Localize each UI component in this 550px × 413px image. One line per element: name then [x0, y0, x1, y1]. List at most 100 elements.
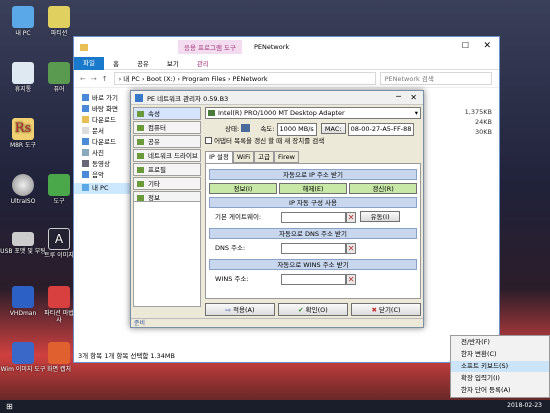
sidebar-blank-panel — [133, 201, 201, 307]
nav-item-programs[interactable]: 다운로드 — [74, 115, 132, 126]
menu-item-extended-input[interactable]: 확장 입력기(I) — [451, 373, 549, 384]
nav-item-pictures[interactable]: 사진 — [74, 148, 132, 159]
release-button[interactable]: 해제(E) — [279, 183, 347, 194]
tab-firewall[interactable]: Firew — [274, 151, 299, 163]
adapter-icon — [208, 110, 215, 116]
ime-context-menu: 전/반자(F) 한자 변환(C) 소프트 키보드(S) 확장 입력기(I) 한자… — [450, 335, 550, 398]
gateway-input[interactable] — [281, 211, 347, 223]
side-item-share[interactable]: 공유 — [133, 135, 201, 148]
nav-item-downloads[interactable]: 다운로드 — [74, 137, 132, 148]
start-icon[interactable]: ⊞ — [6, 402, 13, 411]
ip-buttons: 정보(I) 해제(E) 갱신(R) — [209, 183, 417, 194]
desktop-icon-vhdman[interactable]: VHDman — [0, 286, 46, 317]
tab-wifi[interactable]: WiFi — [232, 151, 255, 163]
pe-action-buttons: ⇨ 적용(A) ✔ 확인(O) ✖ 닫기(C) — [205, 303, 421, 316]
close-button[interactable]: ✖ 닫기(C) — [351, 303, 421, 316]
pe-minimize-icon[interactable]: ─ — [396, 92, 401, 101]
desktop-icon-ultraiso[interactable]: UltraISO — [0, 174, 46, 205]
dns-header[interactable]: 자동으로 DNS 주소 받기 — [209, 228, 417, 239]
menu-item-hanja-register[interactable]: 한자 단어 등록(A) — [451, 385, 549, 396]
menu-item-hanja[interactable]: 한자 변환(C) — [451, 349, 549, 360]
forward-icon[interactable]: → — [91, 75, 97, 83]
side-item-properties[interactable]: 속성 — [133, 107, 201, 120]
static-ip-header[interactable]: IP 자동 구성 사용 — [209, 197, 417, 208]
side-item-computer[interactable]: 컴퓨터 — [133, 121, 201, 134]
vhd-icon — [12, 286, 34, 308]
nav-item-mypc[interactable]: 내 PC — [74, 183, 132, 194]
tab-file[interactable]: 파일 — [74, 56, 104, 70]
menu-item-softkeyboard[interactable]: 소프트 키보드(S) — [451, 361, 549, 372]
ip-settings-panel: 자동으로 IP 주소 받기 정보(I) 해제(E) 갱신(R) IP 자동 구성… — [205, 163, 421, 299]
adapter-select[interactable]: Intel(R) PRO/1000 MT Desktop Adapter ▾ — [205, 107, 421, 119]
maximize-icon[interactable]: ☐ — [462, 41, 469, 50]
gateway-row: 기본 게이트웨이: ✕ 유동(I) — [209, 211, 417, 223]
acronis-icon: A — [48, 228, 70, 250]
nav-item-quick[interactable]: 바로 가기 — [74, 93, 132, 104]
side-item-misc[interactable]: 기타 — [133, 177, 201, 190]
pe-main: Intel(R) PRO/1000 MT Desktop Adapter ▾ 상… — [205, 107, 421, 299]
apply-icon: ⇨ — [225, 306, 234, 314]
desktop-icon-usb[interactable]: USB 포맷 및 부팅 — [0, 228, 46, 255]
dns-row: DNS 주소: ✕ — [215, 242, 357, 254]
mac-button[interactable]: MAC: — [320, 123, 346, 134]
mac-value: 08-00-27-A5-FF-88 — [347, 123, 415, 136]
desktop-icon-p2[interactable]: 파티션 — [44, 6, 74, 37]
context-tab-label[interactable]: 응용 프로그램 도구 — [178, 40, 242, 54]
tab-share[interactable]: 공유 — [128, 58, 158, 68]
desktop-icon-p7[interactable]: 화면 캡처 — [44, 342, 74, 373]
renew-button[interactable]: 갱신(R) — [349, 183, 417, 194]
nav-item-docs[interactable]: 문서 — [74, 126, 132, 137]
size-3: 30KB — [475, 128, 492, 136]
tab-manage[interactable]: 관리 — [188, 58, 218, 68]
ok-button[interactable]: ✔ 확인(O) — [278, 303, 348, 316]
rescan-checkbox-row[interactable]: 어댑터 목록을 갱신 할 때 새 장치를 검색 — [205, 136, 421, 146]
tab-view[interactable]: 보기 — [158, 58, 188, 68]
wins-header[interactable]: 자동으로 WINS 주소 받기 — [209, 259, 417, 270]
desktop-icon-p5[interactable]: A 트루 이미지 — [44, 228, 74, 259]
side-item-profile[interactable]: 프로필 — [133, 163, 201, 176]
desktop-icon-mypc[interactable]: 내 PC — [0, 6, 46, 37]
computer-icon — [12, 6, 34, 28]
rescan-checkbox[interactable] — [205, 137, 212, 144]
side-item-netdrive[interactable]: 네트워크 드라이브 — [133, 149, 201, 162]
address-row: ← → ↑ › 내 PC › Boot (X:) › Program Files… — [74, 70, 499, 88]
ribbon-tabs: 파일 홈 공유 보기 관리 — [74, 56, 499, 70]
desktop-icon-recycle[interactable]: 휴지통 — [0, 62, 46, 93]
info-button[interactable]: 정보(I) — [209, 183, 277, 194]
desktop-icon-m8r[interactable]: Rs M8R 도구 — [0, 118, 46, 149]
pe-sidebar: 속성 컴퓨터 공유 네트워크 드라이브 프로필 기타 정보 — [133, 107, 201, 205]
pe-network-dialog: PE 네트워크 관리자 0.59.B3 ✕ ─ 속성 컴퓨터 공유 네트워크 드… — [130, 90, 424, 328]
gateway-clear-icon[interactable]: ✕ — [346, 211, 357, 223]
nav-item-desktop[interactable]: 바탕 화면 — [74, 104, 132, 115]
pe-close-icon[interactable]: ✕ — [410, 93, 417, 102]
wins-clear-icon[interactable]: ✕ — [346, 273, 357, 285]
dns-input[interactable] — [281, 242, 347, 254]
status-bar: 3개 항목 1개 항목 선택함 1.34MB — [78, 352, 175, 360]
desktop-icon-wim[interactable]: Wim 이미지 도구 — [0, 342, 46, 373]
nav-item-music[interactable]: 음악 — [74, 170, 132, 181]
apply-button[interactable]: ⇨ 적용(A) — [205, 303, 275, 316]
desktop-icon-p6[interactable]: 파티션 마법사 — [44, 286, 74, 324]
nav-item-videos[interactable]: 동영상 — [74, 159, 132, 170]
desktop-icon-p4[interactable]: 도구 — [44, 174, 74, 205]
tab-ip[interactable]: IP 설정 — [205, 151, 233, 163]
auto-ip-header[interactable]: 자동으로 IP 주소 받기 — [209, 169, 417, 180]
speed-value: 1000 MB/s — [276, 123, 317, 136]
up-icon[interactable]: ↑ — [102, 75, 108, 83]
address-bar[interactable]: › 내 PC › Boot (X:) › Program Files › PEN… — [113, 72, 376, 85]
dynamic-button[interactable]: 유동(I) — [360, 211, 401, 222]
close-icon[interactable]: ✕ — [483, 41, 491, 51]
menu-item-fullhalf[interactable]: 전/반자(F) — [451, 337, 549, 348]
pe-tabs: IP 설정 WiFi 고급 Firew — [205, 151, 421, 163]
folder-icon — [80, 43, 88, 51]
partition-icon — [48, 6, 70, 28]
wins-input[interactable] — [281, 273, 347, 285]
tab-advanced[interactable]: 고급 — [254, 151, 275, 163]
tool-icon — [48, 174, 70, 196]
dns-clear-icon[interactable]: ✕ — [346, 242, 357, 254]
search-input[interactable]: PENetwork 검색 — [379, 72, 492, 85]
back-icon[interactable]: ← — [80, 75, 86, 83]
tab-home[interactable]: 홈 — [104, 58, 128, 68]
size-2: 24KB — [475, 118, 492, 126]
desktop-icon-p3[interactable]: 퓨어 — [44, 62, 74, 93]
